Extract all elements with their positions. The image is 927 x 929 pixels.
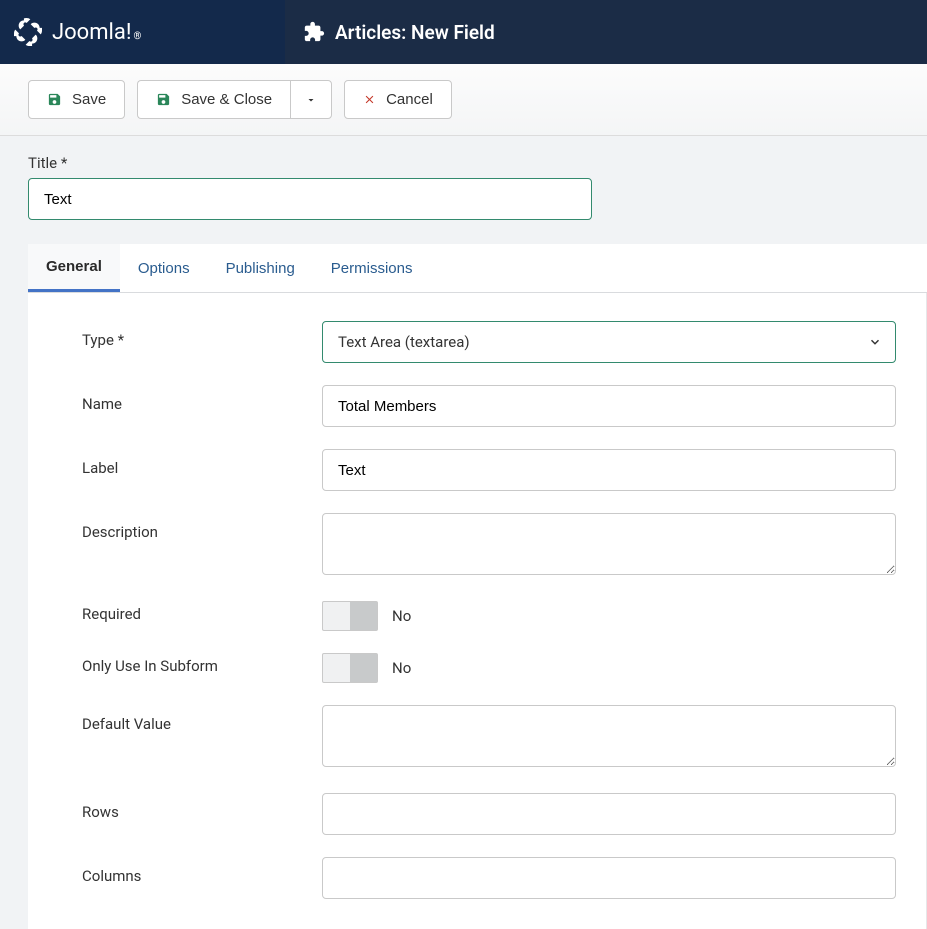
- field-description-row: Description: [82, 513, 896, 579]
- default-value-label: Default Value: [82, 705, 322, 733]
- cancel-button[interactable]: Cancel: [344, 80, 452, 119]
- required-value: No: [392, 607, 411, 625]
- page-title: Articles: New Field: [303, 21, 495, 44]
- chevron-down-icon: [305, 94, 317, 106]
- puzzle-icon: [303, 21, 325, 43]
- default-value-textarea[interactable]: [322, 705, 896, 767]
- field-subform-row: Only Use In Subform No: [82, 653, 896, 683]
- chevron-down-icon: [868, 335, 882, 349]
- save-close-group: Save & Close: [137, 80, 332, 119]
- field-name-row: Name: [82, 385, 896, 427]
- app-header: Joomla!® Articles: New Field: [0, 0, 927, 64]
- close-icon: [363, 93, 376, 106]
- type-select-value: Text Area (textarea): [323, 333, 485, 351]
- form-content: Type * Text Area (textarea) Name Label D…: [56, 293, 927, 929]
- joomla-icon: [14, 18, 42, 46]
- save-dropdown-button[interactable]: [290, 80, 332, 119]
- label-input[interactable]: [322, 449, 896, 491]
- field-required-row: Required No: [82, 601, 896, 631]
- save-button[interactable]: Save: [28, 80, 125, 119]
- subform-value: No: [392, 659, 411, 677]
- toggle-knob: [350, 602, 377, 630]
- toolbar: Save Save & Close Cancel: [0, 64, 927, 136]
- tab-options[interactable]: Options: [120, 244, 208, 292]
- columns-input[interactable]: [322, 857, 896, 899]
- tab-general[interactable]: General: [28, 244, 120, 292]
- brand: Joomla!®: [0, 0, 285, 64]
- field-label-row: Label: [82, 449, 896, 491]
- subform-label: Only Use In Subform: [82, 653, 322, 675]
- type-label: Type *: [82, 321, 322, 349]
- save-icon: [47, 92, 62, 107]
- field-type-row: Type * Text Area (textarea): [82, 321, 896, 363]
- save-close-button[interactable]: Save & Close: [137, 80, 290, 119]
- type-select[interactable]: Text Area (textarea): [322, 321, 896, 363]
- brand-name: Joomla!®: [52, 20, 141, 45]
- title-section: Title *: [0, 136, 927, 244]
- name-label: Name: [82, 385, 322, 413]
- description-label: Description: [82, 513, 322, 541]
- tab-permissions[interactable]: Permissions: [313, 244, 431, 292]
- title-input[interactable]: [28, 178, 592, 220]
- field-rows-row: Rows: [82, 793, 896, 835]
- label-label: Label: [82, 449, 322, 477]
- rows-input[interactable]: [322, 793, 896, 835]
- tabs: General Options Publishing Permissions: [28, 244, 927, 293]
- field-default-value-row: Default Value: [82, 705, 896, 771]
- rows-label: Rows: [82, 793, 322, 821]
- required-label: Required: [82, 601, 322, 623]
- tab-publishing[interactable]: Publishing: [208, 244, 313, 292]
- required-toggle[interactable]: [322, 601, 378, 631]
- save-icon: [156, 92, 171, 107]
- subform-toggle[interactable]: [322, 653, 378, 683]
- title-label: Title *: [28, 154, 899, 172]
- name-input[interactable]: [322, 385, 896, 427]
- field-columns-row: Columns: [82, 857, 896, 899]
- columns-label: Columns: [82, 857, 322, 885]
- description-textarea[interactable]: [322, 513, 896, 575]
- toggle-knob: [350, 654, 377, 682]
